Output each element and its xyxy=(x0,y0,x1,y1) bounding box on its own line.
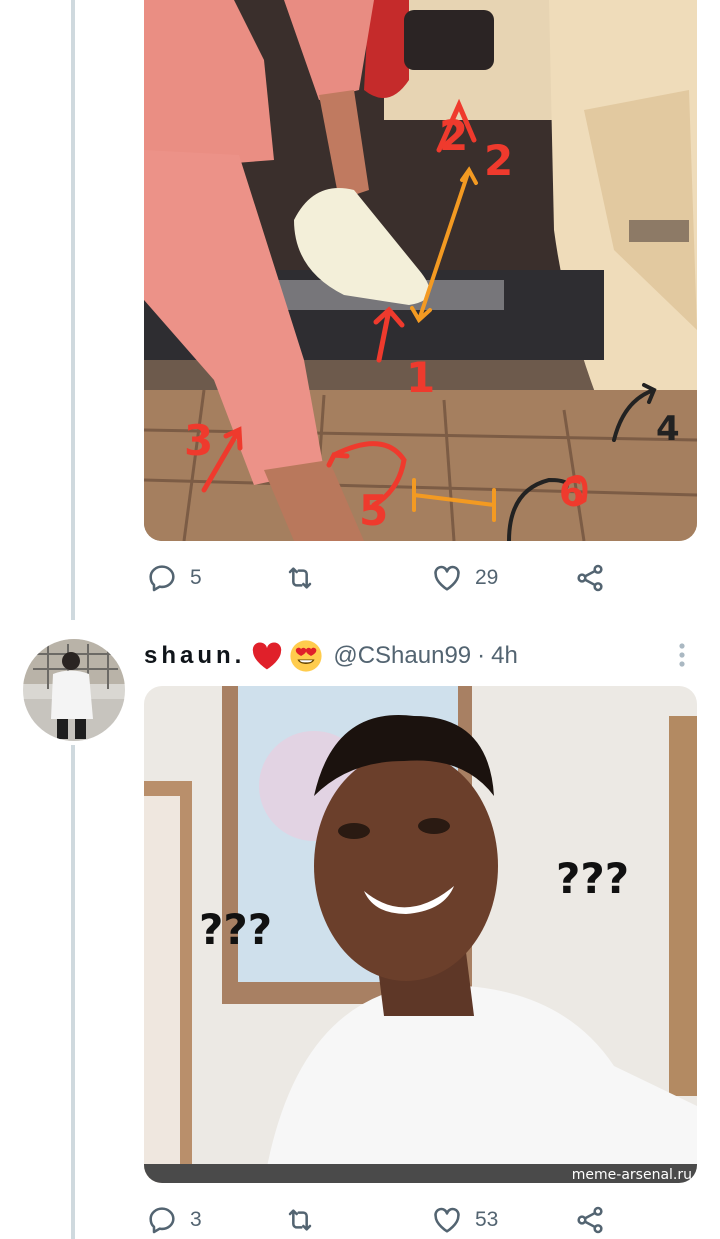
tweet-timestamp[interactable]: 4h xyxy=(491,642,518,670)
tweet-media-photo-car[interactable]: 2 2 1 3 5 6 4 xyxy=(144,0,697,541)
svg-text:2: 2 xyxy=(439,111,468,160)
meme-text-left: ??? xyxy=(199,905,272,954)
like-button[interactable]: 53 xyxy=(431,1202,498,1238)
car-photo-image: 2 2 1 3 5 6 4 xyxy=(144,0,697,541)
meme-image: ??? ??? meme-arsenal.ru xyxy=(144,686,697,1183)
share-icon xyxy=(577,564,603,592)
heart-eyes-emoji xyxy=(289,639,323,673)
like-count: 29 xyxy=(475,566,499,589)
more-vertical-icon xyxy=(679,643,685,667)
heart-icon xyxy=(434,1207,460,1233)
like-button[interactable]: 29 xyxy=(431,560,498,596)
meme-text-right: ??? xyxy=(556,854,629,903)
reply-icon xyxy=(149,565,175,592)
tweet-media-photo-meme[interactable]: ??? ??? meme-arsenal.ru xyxy=(144,686,697,1183)
svg-text:5: 5 xyxy=(359,486,388,535)
header-separator: · xyxy=(477,642,486,669)
svg-text:3: 3 xyxy=(184,416,213,465)
share-button[interactable] xyxy=(574,1202,606,1238)
author-display-name[interactable]: shaun. xyxy=(144,642,245,670)
reply-button[interactable]: 3 xyxy=(146,1202,202,1238)
svg-text:6: 6 xyxy=(559,473,584,514)
more-options-button[interactable] xyxy=(672,640,692,670)
tweet-1-action-bar: 5 29 xyxy=(144,560,614,596)
tweet-2-action-bar: 3 53 xyxy=(144,1202,614,1238)
thread-line-bottom xyxy=(71,745,75,1239)
reply-count: 3 xyxy=(190,1208,202,1231)
reply-icon xyxy=(149,1207,175,1234)
author-avatar[interactable] xyxy=(23,639,125,741)
svg-text:1: 1 xyxy=(406,353,435,402)
svg-text:4: 4 xyxy=(656,409,680,449)
share-icon xyxy=(577,1206,603,1234)
share-button[interactable] xyxy=(574,560,606,596)
retweet-button[interactable] xyxy=(284,560,328,596)
reply-button[interactable]: 5 xyxy=(146,560,202,596)
avatar-image xyxy=(23,639,125,741)
retweet-icon xyxy=(288,1209,312,1231)
like-count: 53 xyxy=(475,1208,499,1231)
red-heart-emoji xyxy=(251,641,283,671)
author-handle[interactable]: @CShaun99 xyxy=(333,642,471,670)
svg-text:2: 2 xyxy=(484,136,513,185)
tweet-2-header: shaun. @CShaun99 · 4h xyxy=(144,638,518,674)
meme-watermark: meme-arsenal.ru xyxy=(572,1167,692,1183)
heart-icon xyxy=(434,565,460,591)
thread-line-top xyxy=(71,0,75,620)
retweet-icon xyxy=(288,567,312,589)
retweet-button[interactable] xyxy=(284,1202,328,1238)
reply-count: 5 xyxy=(190,566,202,589)
